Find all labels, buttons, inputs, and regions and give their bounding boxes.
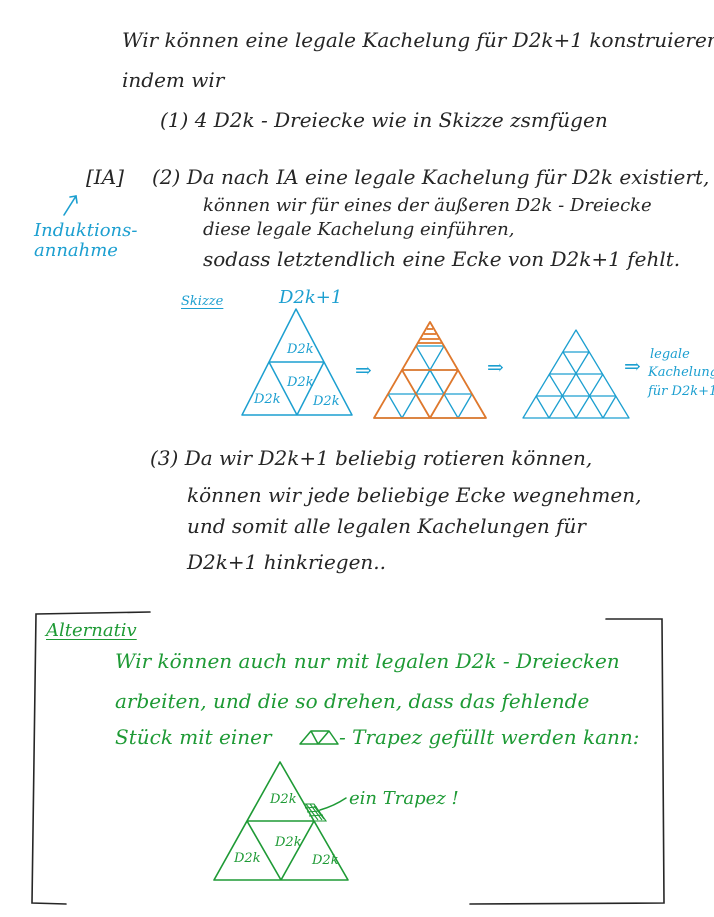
alternative-box <box>31 611 665 905</box>
trapez-icon <box>299 730 339 745</box>
drawings <box>31 195 665 905</box>
hatched-trapez <box>303 803 328 822</box>
sketch-triangle-tiled-overlay <box>373 321 487 419</box>
sketch-triangle-tiled-result <box>522 329 630 419</box>
alternative-triangle <box>213 761 349 881</box>
ia-arrow <box>63 195 78 216</box>
sketch-triangle-4-parts <box>241 308 353 416</box>
trapez-pointer <box>319 797 347 811</box>
